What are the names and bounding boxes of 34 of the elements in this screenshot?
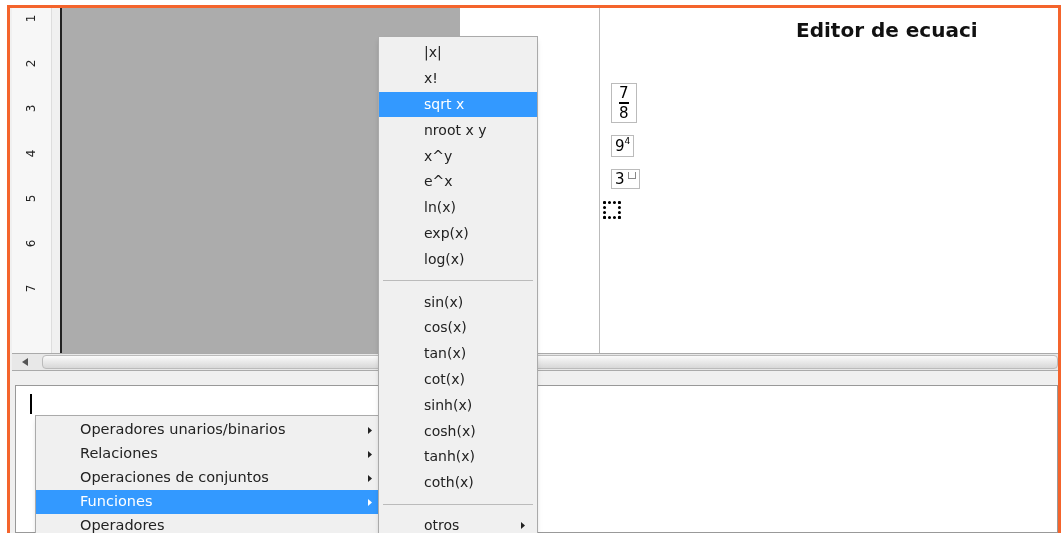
menu-item[interactable]: tanh(x): [379, 443, 537, 470]
fraction-formula: 7 8: [611, 83, 637, 123]
power-formula: 3: [611, 169, 640, 189]
ruler-number: 6: [23, 239, 39, 248]
menu-item[interactable]: Operadores: [36, 514, 380, 533]
ruler-number: 5: [23, 194, 39, 203]
ruler-number: 7: [23, 284, 39, 293]
menu-item[interactable]: e^x: [379, 169, 537, 195]
menu-item[interactable]: otros: [379, 512, 537, 533]
menu-item[interactable]: exp(x): [379, 220, 537, 247]
menu-item[interactable]: cot(x): [379, 366, 537, 393]
ruler-number: 1: [23, 14, 39, 23]
menu-item[interactable]: sin(x): [379, 289, 537, 315]
menu-item[interactable]: tan(x): [379, 340, 537, 367]
menu-item[interactable]: nroot x y: [379, 117, 537, 144]
menu-item[interactable]: cos(x): [379, 314, 537, 341]
menu-item[interactable]: sinh(x): [379, 392, 537, 419]
menu-item[interactable]: coth(x): [379, 469, 537, 496]
menu-item[interactable]: cosh(x): [379, 418, 537, 444]
menu-item[interactable]: Operadores unarios/binarios: [36, 418, 380, 442]
menu-item[interactable]: x^y: [379, 143, 537, 169]
ruler-number: 2: [23, 59, 39, 68]
menu-item[interactable]: Operaciones de conjuntos: [36, 466, 380, 490]
ruler-number: 3: [23, 104, 39, 113]
menu-item[interactable]: Relaciones: [36, 442, 380, 466]
ruler-number: 4: [23, 149, 39, 158]
menu-item[interactable]: |x|: [379, 40, 537, 66]
text-cursor: [30, 394, 32, 414]
page-heading: Editor de ecuaci: [796, 17, 978, 44]
menu-item[interactable]: log(x): [379, 246, 537, 273]
menu-item[interactable]: ln(x): [379, 194, 537, 221]
scroll-left-icon[interactable]: [22, 358, 28, 366]
placeholder-icon: [603, 201, 621, 219]
menu-item[interactable]: x!: [379, 65, 537, 92]
